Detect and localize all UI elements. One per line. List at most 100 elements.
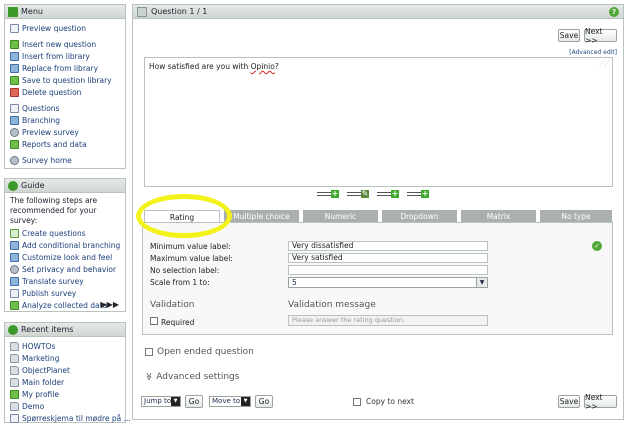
delete-icon [10, 87, 19, 97]
recent-item-objectplanet[interactable]: ObjectPlanet [10, 364, 125, 376]
menu-item-label: Questions [22, 103, 60, 113]
folder-icon [10, 401, 19, 411]
recent-item-questionnaire[interactable]: Spørreskjema til mødre på ... [10, 412, 131, 423]
jump-to-label: Jump to [144, 397, 172, 405]
question-counter: Question 1 / 1 [151, 7, 208, 16]
tab-multiple-choice[interactable]: Multiple choice [224, 210, 299, 222]
guide-item-label: Add conditional branching [22, 240, 121, 250]
menu-item-replace-from-library[interactable]: Replace from library [10, 62, 125, 74]
menu-item-branching[interactable]: Branching [10, 114, 125, 126]
reports-icon [10, 139, 19, 149]
publish-icon [10, 288, 19, 298]
question-icon [137, 6, 147, 17]
add-comment-icon[interactable]: ✎ [347, 190, 369, 198]
menu-item-delete-question[interactable]: Delete question [10, 86, 125, 98]
copy-to-next-checkbox[interactable] [353, 397, 361, 406]
recent-item-marketing[interactable]: Marketing [10, 352, 125, 364]
menu-panel: Menu Preview question Insert new questio… [4, 4, 126, 169]
guide-item-translate[interactable]: Translate survey [10, 275, 125, 287]
guide-icon [8, 180, 18, 191]
jump-go-button[interactable]: Go [185, 395, 203, 408]
menu-item-preview-survey[interactable]: Preview survey [10, 126, 125, 138]
menu-item-insert-from-library[interactable]: Insert from library [10, 50, 125, 62]
max-value-input[interactable]: Very satisfied [288, 253, 488, 263]
home-icon [10, 155, 19, 165]
guide-item-create-questions[interactable]: Create questions [10, 227, 125, 239]
question-editor-panel: Question 1 / 1 ? Save Next >> [Advanced … [132, 4, 624, 420]
menu-item-survey-home[interactable]: Survey home [10, 154, 125, 166]
advanced-settings-label: Advanced settings [156, 372, 240, 382]
menu-item-preview-question[interactable]: Preview question [10, 22, 125, 34]
bottom-navigation: Jump to ▼ Go Move to ▼ Go Copy to next S… [139, 393, 619, 411]
max-value-label: Maximum value label: [150, 254, 233, 263]
question-type-tabs: Rating Multiple choice Numeric Dropdown … [142, 210, 612, 224]
tab-matrix[interactable]: Matrix [461, 210, 536, 222]
save-button[interactable]: Save [558, 29, 580, 42]
add-text-icon[interactable]: + [317, 190, 339, 198]
menu-item-insert-new-question[interactable]: Insert new question [10, 38, 125, 50]
guide-item-label: Analyze collected data [22, 300, 108, 310]
recent-items-title: Recent items [21, 325, 74, 334]
open-ended-toggle[interactable]: Open ended question [145, 347, 254, 357]
menu-item-label: Survey home [22, 155, 72, 165]
guide-item-publish[interactable]: Publish survey [10, 287, 125, 299]
double-chevron-down-icon: ≫ [144, 372, 154, 381]
check-icon: ✓ [592, 241, 602, 251]
guide-item-privacy[interactable]: Set privacy and behavior [10, 263, 125, 275]
resize-grip-icon[interactable]: ⋰⋰ [599, 60, 610, 67]
recent-item-label: HOWTOs [22, 341, 56, 351]
tab-no-type[interactable]: No type [540, 210, 612, 222]
guide-item-customize-look[interactable]: Customize look and feel [10, 251, 125, 263]
next-button-bottom[interactable]: Next >> [584, 393, 617, 411]
guide-item-add-branching[interactable]: Add conditional branching [10, 239, 125, 251]
add-option-icon[interactable]: + [377, 190, 399, 198]
tab-numeric[interactable]: Numeric [303, 210, 378, 222]
scale-select[interactable]: 5 ▼ [288, 277, 488, 288]
menu-item-label: Insert new question [22, 39, 97, 49]
menu-item-label: Reports and data [22, 139, 87, 149]
guide-panel-header: Guide [5, 179, 125, 193]
min-value-input[interactable]: Very dissatisfied [288, 241, 488, 251]
advanced-settings-toggle[interactable]: ≫ Advanced settings [144, 372, 240, 382]
next-button[interactable]: Next >> [584, 27, 617, 45]
save-button-bottom[interactable]: Save [558, 395, 580, 408]
move-go-button[interactable]: Go [255, 395, 273, 408]
add-row-icon[interactable]: + [407, 190, 429, 198]
menu-item-save-to-library[interactable]: Save to question library [10, 74, 125, 86]
guide-item-label: Translate survey [22, 276, 84, 286]
analyze-icon [10, 300, 19, 310]
recent-item-label: Spørreskjema til mødre på ... [22, 413, 131, 423]
recent-item-demo[interactable]: Demo [10, 400, 125, 412]
no-selection-input[interactable] [288, 265, 488, 275]
jump-to-select[interactable]: Jump to ▼ [141, 396, 181, 407]
no-selection-label: No selection label: [150, 266, 220, 275]
replace-icon [10, 63, 19, 73]
required-checkbox[interactable] [150, 317, 158, 325]
validation-message-input[interactable]: Please answer the rating question. [288, 315, 488, 326]
copy-to-next-option[interactable]: Copy to next [353, 397, 414, 406]
folder-icon [10, 377, 19, 387]
guide-item-label: Publish survey [22, 288, 77, 298]
scale-value: 5 [292, 278, 297, 287]
open-ended-checkbox[interactable] [145, 348, 153, 356]
menu-item-reports-and-data[interactable]: Reports and data [10, 138, 125, 150]
recent-item-howtos[interactable]: HOWTOs [10, 340, 125, 352]
advanced-edit-link[interactable]: [Advanced edit] [569, 49, 617, 56]
move-to-select[interactable]: Move to ▼ [209, 396, 251, 407]
recent-item-main-folder[interactable]: Main folder [10, 376, 125, 388]
question-text-editor[interactable]: How satisfied are you with Opinio? ⋰⋰ [144, 57, 613, 187]
help-icon[interactable]: ? [609, 7, 619, 17]
rating-settings: Minimum value label: Very dissatisfied M… [142, 222, 613, 335]
copy-to-next-label: Copy to next [366, 397, 414, 406]
guide-title: Guide [21, 181, 45, 190]
branching-icon [10, 240, 19, 250]
guide-intro-text: The following steps are recommended for … [10, 196, 98, 225]
more-arrows-icon[interactable]: ▶▶▶ [101, 300, 119, 309]
move-to-label: Move to [212, 397, 241, 405]
recent-items-icon [8, 324, 18, 335]
guide-item-label: Customize look and feel [22, 252, 113, 262]
menu-item-questions[interactable]: Questions [10, 102, 125, 114]
chevron-down-icon: ▼ [171, 397, 180, 406]
recent-item-my-profile[interactable]: My profile [10, 388, 125, 400]
tab-dropdown[interactable]: Dropdown [382, 210, 457, 222]
